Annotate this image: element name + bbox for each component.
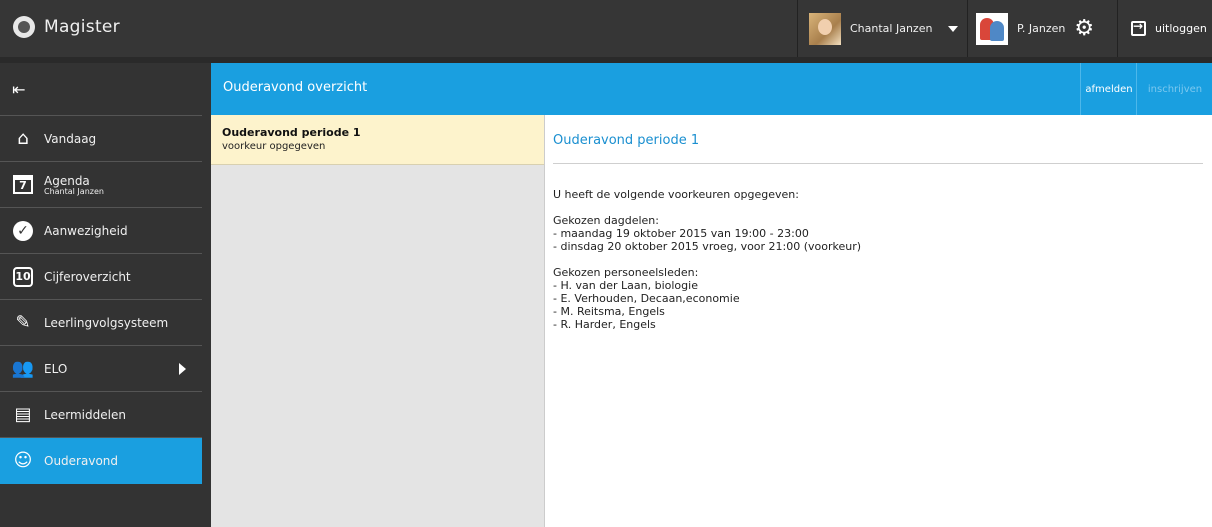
- chevron-down-icon[interactable]: [948, 25, 959, 32]
- app-logo[interactable]: Magister: [13, 16, 120, 38]
- personeel-heading: Gekozen personeelsleden:: [553, 266, 699, 279]
- sidebar-item-leerlingvolgsysteem[interactable]: ✎ Leerlingvolgsysteem: [0, 300, 202, 346]
- gear-icon[interactable]: ⚙: [1074, 17, 1094, 40]
- student-name: Chantal Janzen: [850, 22, 933, 35]
- logout-label: uitloggen: [1155, 22, 1207, 35]
- detail-pane: Ouderavond periode 1 U heeft de volgende…: [545, 115, 1212, 527]
- divider: [553, 163, 1203, 164]
- parent-name: P. Janzen: [1017, 22, 1066, 35]
- detail-body: U heeft de volgende voorkeuren opgegeven…: [553, 188, 861, 331]
- logout-button[interactable]: uitloggen: [1117, 0, 1212, 57]
- personeel-line: - E. Verhouden, Decaan,economie: [553, 292, 740, 305]
- logout-icon: [1131, 19, 1146, 36]
- app-name: Magister: [44, 17, 120, 37]
- home-icon: ⌂: [17, 128, 29, 149]
- page-header: Ouderavond overzicht afmelden inschrijve…: [211, 63, 1212, 115]
- detail-title: Ouderavond periode 1: [553, 133, 700, 148]
- sidebar-item-label: ELO: [44, 361, 68, 376]
- sidebar-item-label: Agenda: [44, 173, 90, 188]
- grades-icon: 10: [12, 266, 34, 288]
- top-bar: Magister Chantal Janzen P. Janzen ⚙ uitl…: [0, 0, 1212, 57]
- sidebar-item-label: Leerlingvolgsysteem: [44, 315, 169, 330]
- calendar-icon: 7: [12, 174, 34, 196]
- expand-arrow-icon[interactable]: [179, 363, 186, 375]
- list-item[interactable]: Ouderavond periode 1 voorkeur opgegeven: [211, 115, 544, 165]
- sidebar-item-label: Aanwezigheid: [44, 223, 128, 238]
- intro-text: U heeft de volgende voorkeuren opgegeven…: [553, 188, 799, 201]
- sidebar-item-label: Vandaag: [44, 131, 97, 146]
- page-title: Ouderavond overzicht: [223, 80, 368, 95]
- dagdelen-heading: Gekozen dagdelen:: [553, 214, 659, 227]
- sidebar-item-label: Ouderavond: [44, 453, 119, 468]
- parent-meeting-icon: ☺: [13, 450, 33, 471]
- student-selector[interactable]: Chantal Janzen: [797, 0, 968, 57]
- list-item-status: voorkeur opgegeven: [222, 141, 326, 152]
- books-icon: ▤: [14, 404, 32, 425]
- afmelden-button[interactable]: afmelden: [1080, 63, 1137, 115]
- group-icon: 👥: [11, 358, 35, 379]
- collapse-menu-icon[interactable]: ⇤: [12, 80, 25, 99]
- menu-toggle[interactable]: ⇤: [0, 63, 202, 116]
- dagdeel-line: - maandag 19 oktober 2015 van 19:00 - 23…: [553, 227, 809, 240]
- sidebar-item-cijferoverzicht[interactable]: 10 Cijferoverzicht: [0, 254, 202, 300]
- inschrijven-button[interactable]: inschrijven: [1136, 63, 1212, 115]
- list-item-title: Ouderavond periode 1: [222, 126, 361, 139]
- ouderavond-list: Ouderavond periode 1 voorkeur opgegeven: [211, 115, 545, 527]
- sidebar-item-sublabel: Chantal Janzen: [44, 186, 104, 196]
- sidebar-item-ouderavond[interactable]: ☺ Ouderavond: [0, 438, 202, 484]
- parent-avatar: [976, 12, 1008, 45]
- sidebar-item-leermiddelen[interactable]: ▤ Leermiddelen: [0, 392, 202, 438]
- sidebar-item-label: Cijferoverzicht: [44, 269, 131, 284]
- personeel-line: - M. Reitsma, Engels: [553, 305, 665, 318]
- magister-logo-icon: [13, 16, 35, 38]
- sidebar-item-label: Leermiddelen: [44, 407, 126, 422]
- dagdeel-line: - dinsdag 20 oktober 2015 vroeg, voor 21…: [553, 240, 862, 253]
- personeel-line: - R. Harder, Engels: [553, 318, 656, 331]
- student-avatar: [809, 12, 841, 45]
- personeel-line: - H. van der Laan, biologie: [553, 279, 698, 292]
- sidebar-item-elo[interactable]: 👥 ELO: [0, 346, 202, 392]
- sidebar-item-agenda[interactable]: 7 Agenda Chantal Janzen: [0, 162, 202, 208]
- parent-account[interactable]: P. Janzen ⚙: [967, 0, 1118, 57]
- sidebar-item-aanwezigheid[interactable]: ✓ Aanwezigheid: [0, 208, 202, 254]
- sidebar-item-vandaag[interactable]: ⌂ Vandaag: [0, 116, 202, 162]
- checkmark-icon: ✓: [12, 220, 34, 242]
- sidebar: ⇤ ⌂ Vandaag 7 Agenda Chantal Janzen ✓ Aa…: [0, 63, 202, 527]
- notebook-icon: ✎: [15, 312, 31, 333]
